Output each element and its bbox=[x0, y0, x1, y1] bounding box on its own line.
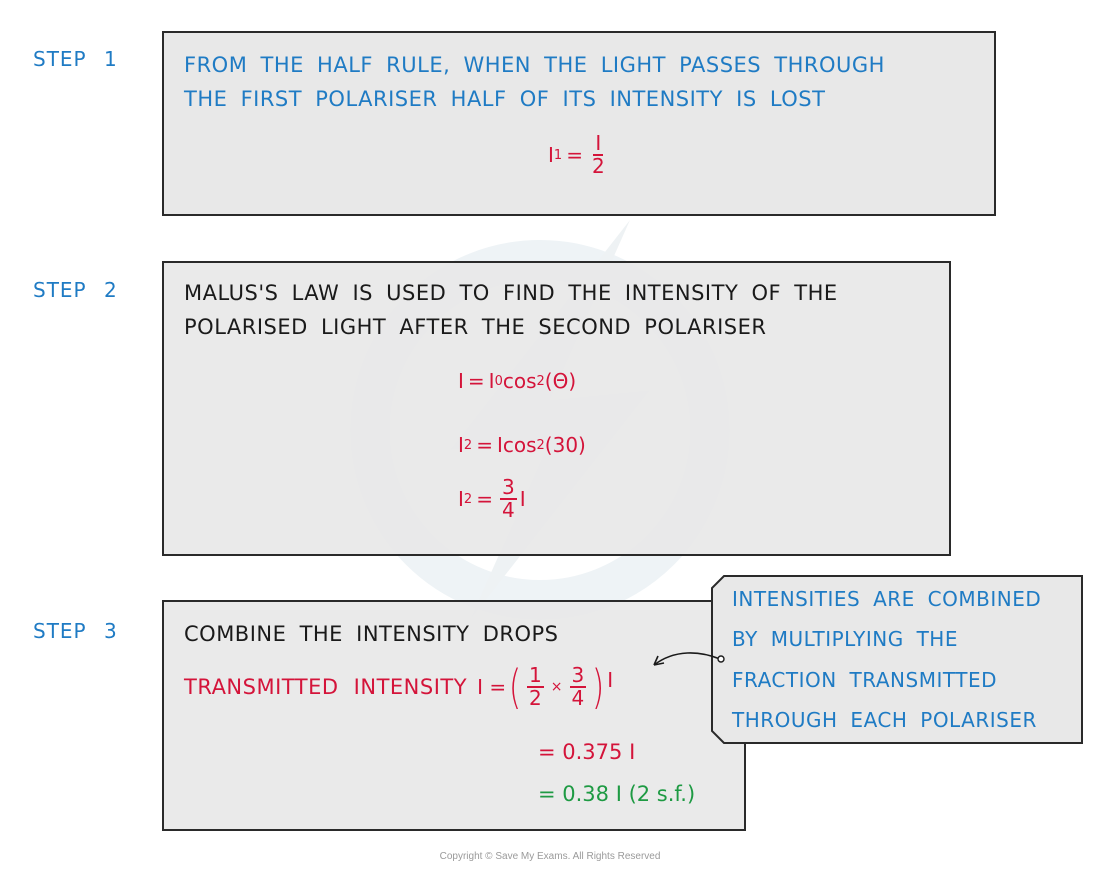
callout-note: INTENSITIES ARE COMBINED BY MULTIPLYING … bbox=[710, 575, 1084, 745]
transmitted-label: TRANSMITTED INTENSITY bbox=[184, 675, 468, 699]
fraction-numerator: 3 bbox=[499, 475, 517, 500]
fraction-one-half: 1 2 bbox=[527, 665, 544, 709]
callout-line-1: INTENSITIES ARE COMBINED bbox=[732, 587, 1042, 611]
result-rounded: = 0.38 I (2 s.f.) bbox=[538, 782, 696, 806]
fraction-denominator: 4 bbox=[571, 686, 585, 710]
eq-equals: = bbox=[467, 369, 485, 393]
callout-line-3: FRACTION TRANSMITTED bbox=[732, 668, 997, 692]
eq-equals: = bbox=[476, 487, 493, 511]
callout-line-4: THROUGH EACH POLARISER bbox=[732, 708, 1037, 732]
step-2-text-line-1: MALUS'S LAW IS USED TO FIND THE INTENSIT… bbox=[184, 281, 838, 305]
step-1-box: FROM THE HALF RULE, WHEN THE LIGHT PASSE… bbox=[162, 31, 996, 216]
eq-tail: I bbox=[519, 487, 526, 511]
step-3-label: STEP 3 bbox=[33, 619, 118, 643]
result-exact: = 0.375 I bbox=[538, 740, 636, 764]
eq-lhs-sub: 2 bbox=[463, 437, 473, 453]
eq-rhs-b: cos bbox=[502, 369, 537, 393]
left-parenthesis: ( bbox=[508, 660, 522, 714]
eq-equals: = bbox=[476, 433, 493, 457]
eq-tail: I bbox=[607, 668, 614, 692]
fraction-numerator: I bbox=[593, 131, 604, 156]
copyright-notice: Copyright © Save My Exams. All Rights Re… bbox=[439, 851, 661, 862]
eq-sup: 2 bbox=[536, 373, 545, 389]
times-sign: × bbox=[550, 679, 563, 695]
step-1-text-line-2: THE FIRST POLARISER HALF OF ITS INTENSIT… bbox=[184, 87, 826, 111]
step-1-label: STEP 1 bbox=[33, 47, 118, 71]
callout-line-2: BY MULTIPLYING THE bbox=[732, 627, 958, 651]
eq-lhs: I = bbox=[477, 675, 507, 699]
eq-equals: = bbox=[566, 143, 583, 167]
fraction-denominator: 2 bbox=[591, 154, 605, 178]
fraction-denominator: 2 bbox=[529, 686, 542, 710]
step-2-text-line-2: POLARISED LIGHT AFTER THE SECOND POLARIS… bbox=[184, 315, 767, 339]
eq-rhs-a: Icos bbox=[496, 433, 537, 457]
callout-arrow-icon bbox=[653, 652, 725, 666]
eq-rhs-sub: 0 bbox=[494, 373, 503, 389]
step-2-box: MALUS'S LAW IS USED TO FIND THE INTENSIT… bbox=[162, 261, 951, 556]
right-parenthesis: ) bbox=[591, 660, 605, 714]
transmitted-intensity-equation: TRANSMITTED INTENSITY I = ( 1 2 × 3 4 ) … bbox=[184, 664, 613, 710]
malus-law-equation: I = I0 cos 2 (Θ) bbox=[458, 369, 576, 393]
fraction-three-quarters: 3 4 bbox=[569, 663, 587, 710]
step-2-substitution-equation: I2 = Icos 2 (30) bbox=[458, 433, 586, 457]
fraction-numerator: 3 bbox=[569, 663, 587, 688]
step-1-equation: I 1 = I 2 bbox=[548, 133, 610, 177]
eq-rhs-c: (30) bbox=[544, 433, 586, 457]
eq-sup: 2 bbox=[536, 437, 545, 453]
eq-rhs-c: (Θ) bbox=[544, 369, 577, 393]
step-3-box: COMBINE THE INTENSITY DROPS TRANSMITTED … bbox=[162, 600, 746, 831]
eq-lhs-sub: 2 bbox=[463, 491, 473, 507]
fraction-three-quarters: 3 4 bbox=[499, 475, 517, 522]
fraction-half: I 2 bbox=[590, 133, 607, 177]
step-3-text-line-1: COMBINE THE INTENSITY DROPS bbox=[184, 622, 559, 646]
step-1-text-line-1: FROM THE HALF RULE, WHEN THE LIGHT PASSE… bbox=[184, 53, 885, 77]
fraction-denominator: 4 bbox=[501, 498, 515, 522]
eq-lhs: I bbox=[458, 369, 464, 393]
fraction-numerator: 1 bbox=[527, 663, 544, 688]
step-2-result-equation: I2 = 3 4 I bbox=[458, 477, 526, 521]
eq-lhs-sub: 1 bbox=[553, 147, 563, 163]
step-2-label: STEP 2 bbox=[33, 278, 118, 302]
